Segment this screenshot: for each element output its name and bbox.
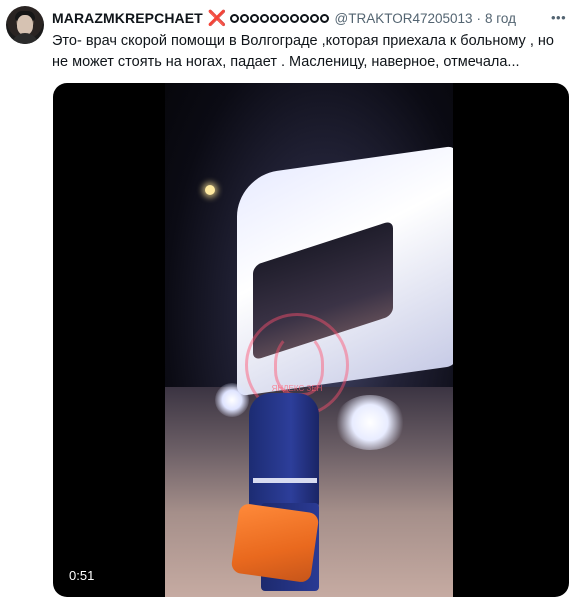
video-player[interactable]: ЯНДЕКС ЗЕН 0:51 <box>53 83 569 597</box>
circle-glyph <box>259 13 269 23</box>
reflective-stripe <box>253 478 317 483</box>
avatar-body <box>11 33 39 44</box>
video-duration: 0:51 <box>63 566 101 585</box>
orange-medical-bag <box>230 502 320 584</box>
more-options-icon[interactable]: ••• <box>551 10 566 25</box>
tweet-timestamp[interactable]: 8 год <box>485 11 516 26</box>
tweet-header: MARAZMKREPCHAET ❌ @TRAKTOR47205013 · 8 г… <box>52 9 516 27</box>
circle-glyph <box>279 13 289 23</box>
author-name[interactable]: MARAZMKREPCHAET <box>52 10 203 26</box>
circle-glyph <box>269 13 279 23</box>
avatar-face <box>17 15 33 35</box>
author-handle[interactable]: @TRAKTOR47205013 <box>335 11 473 26</box>
circle-glyph <box>229 13 239 23</box>
name-circle-glyphs <box>229 13 329 23</box>
paramedic-torso <box>249 393 319 513</box>
cross-mark-icon: ❌ <box>207 10 227 27</box>
header-separator: · <box>476 10 482 26</box>
tweet-text: Это- врач скорой помощи в Волгограде ,ко… <box>52 33 554 70</box>
video-frame: ЯНДЕКС ЗЕН <box>165 83 453 597</box>
circle-glyph <box>239 13 249 23</box>
circle-glyph <box>309 13 319 23</box>
circle-glyph <box>319 13 329 23</box>
circle-glyph <box>289 13 299 23</box>
street-light <box>205 185 215 195</box>
circle-glyph <box>299 13 309 23</box>
circle-glyph <box>249 13 259 23</box>
van-headlight-right <box>335 395 405 450</box>
author-avatar[interactable] <box>6 6 44 44</box>
